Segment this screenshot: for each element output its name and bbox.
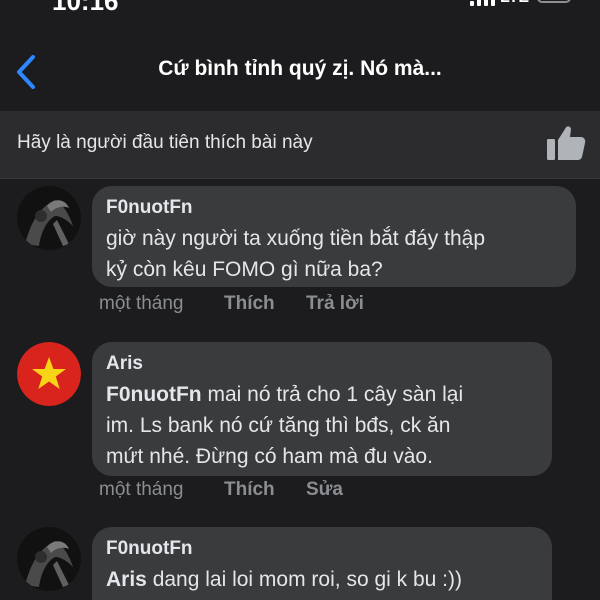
like-bar: Hãy là người đầu tiên thích bài này <box>0 111 600 178</box>
mention-link[interactable]: Aris <box>106 568 147 591</box>
status-time: 10:16 <box>52 0 119 16</box>
like-prompt: Hãy là người đầu tiên thích bài này <box>17 132 313 153</box>
divider <box>0 178 600 179</box>
edit-button[interactable]: Sửa <box>306 479 343 501</box>
user-photo-icon <box>17 186 81 250</box>
nav-bar: Cứ bình tỉnh quý zị. Nó mà... <box>0 35 600 111</box>
comment-text-line: im. Ls bank nó cứ tăng thì bđs, ck ăn <box>106 414 451 437</box>
comment-text-line: Aris dang lai loi mom roi, so gi k bu :)… <box>106 564 462 595</box>
chevron-left-icon <box>17 55 35 89</box>
signal-icon <box>470 0 495 6</box>
comment-text-line: giờ này người ta xuống tiền bắt đáy thập <box>106 227 486 250</box>
like-comment-button[interactable]: Thích <box>224 293 275 315</box>
comment-text-line: mứt nhé. Đừng có ham mà đu vào. <box>106 445 433 468</box>
comment-bubble: F0nuotFn Aris dang lai loi mom roi, so g… <box>92 527 552 600</box>
user-photo-icon <box>17 527 81 591</box>
comment-time: một tháng <box>99 293 184 314</box>
comment-time: một tháng <box>99 479 184 500</box>
like-button[interactable] <box>545 124 587 162</box>
comment-bubble: F0nuotFn giờ này người ta xuống tiền bắt… <box>92 186 576 287</box>
avatar[interactable] <box>17 342 81 406</box>
avatar[interactable] <box>17 527 81 591</box>
comment-bubble: Aris F0nuotFn mai nó trả cho 1 cây sàn l… <box>92 342 552 476</box>
thumbs-up-icon <box>547 126 586 160</box>
avatar[interactable] <box>17 186 81 250</box>
comment-text-segment: mai nó trả cho 1 cây sàn lại <box>201 383 464 406</box>
comment-text-line: kỷ còn kêu FOMO gì nữa ba? <box>106 258 383 281</box>
mention-link[interactable]: F0nuotFn <box>106 383 202 406</box>
comment-text-segment: dang lai loi mom roi, so gi k bu :)) <box>146 568 462 591</box>
comments-screen: 10:16 LTE Cứ bình tỉnh quý zị. Nó mà... … <box>0 0 600 600</box>
star-flag-icon <box>17 342 81 406</box>
reply-button[interactable]: Trả lời <box>306 293 364 315</box>
status-bar: 10:16 LTE <box>0 0 600 16</box>
like-comment-button[interactable]: Thích <box>224 479 275 501</box>
post-title: Cứ bình tỉnh quý zị. Nó mà... <box>158 57 442 80</box>
comment-author[interactable]: Aris <box>106 353 143 375</box>
comment-text-line: F0nuotFn mai nó trả cho 1 cây sàn lại <box>106 379 463 410</box>
back-button[interactable] <box>6 49 46 95</box>
battery-icon <box>537 0 571 3</box>
network-label: LTE <box>500 0 529 8</box>
comment-author[interactable]: F0nuotFn <box>106 197 193 219</box>
comment-author[interactable]: F0nuotFn <box>106 538 193 560</box>
